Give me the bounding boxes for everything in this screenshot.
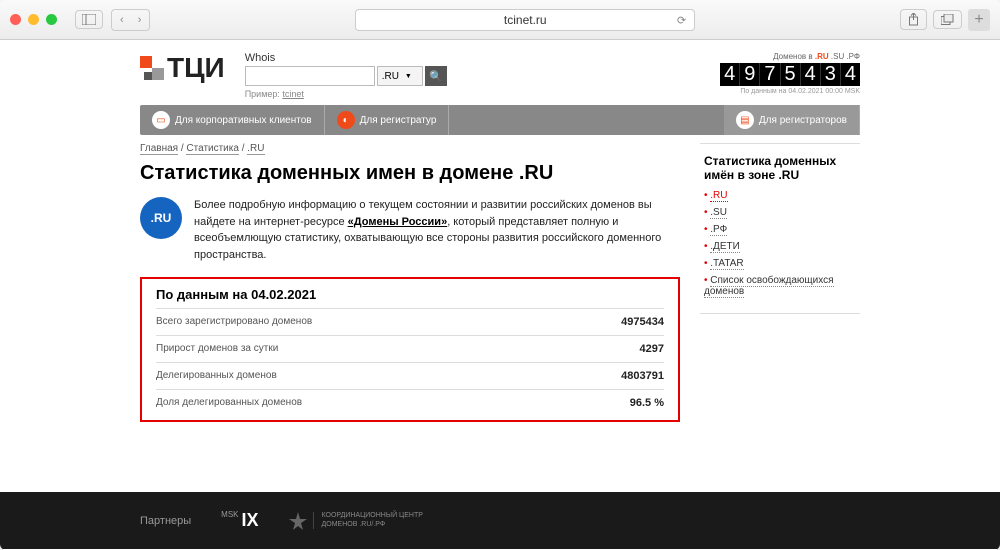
partners-label: Партнеры [140, 515, 191, 527]
whois-hint: Пример: tcinet [245, 89, 700, 99]
tld-select[interactable]: .RU ▼ [377, 66, 423, 86]
star-icon [289, 512, 307, 530]
domain-counter: 4975434 [720, 63, 860, 86]
browser-toolbar: ‹ › tcinet.ru⟳ + [0, 0, 1000, 40]
zone-item: .RU [704, 190, 856, 201]
stat-row: Прирост доменов за сутки4297 [156, 335, 664, 362]
sidebar-toggle[interactable] [75, 10, 103, 29]
page-title: Статистика доменных имен в домене .RU [140, 162, 680, 185]
site-logo[interactable]: ТЦИ [140, 52, 225, 84]
zone-link-tatar[interactable]: .TATAR [710, 258, 743, 270]
zone-link-rf[interactable]: .РФ [710, 224, 727, 236]
coord-center-logo[interactable]: КООРДИНАЦИОННЫЙ ЦЕНТРДОМЕНОВ .RU/.РФ [289, 512, 423, 530]
domains-russia-link[interactable]: «Домены России» [348, 216, 448, 228]
whois-input[interactable] [245, 66, 375, 86]
logo-text: ТЦИ [167, 52, 225, 84]
main-nav: ▭Для корпоративных клиентов ◐Для регистр… [140, 105, 860, 135]
nav-registrars[interactable]: ▤Для регистраторов [724, 105, 860, 135]
search-icon: 🔍 [429, 70, 443, 83]
stats-box: По данным на 04.02.2021 Всего зарегистри… [140, 277, 680, 422]
crumb-home[interactable]: Главная [140, 143, 178, 155]
stat-row: Доля делегированных доменов96.5 % [156, 389, 664, 416]
intro-text: Более подробную информацию о текущем сос… [194, 197, 680, 263]
mskix-logo[interactable]: MSKIX [221, 510, 258, 531]
address-bar[interactable]: tcinet.ru⟳ [355, 9, 695, 31]
briefcase-icon: ▭ [152, 111, 170, 129]
zone-item: .ДЕТИ [704, 241, 856, 252]
whois-search-button[interactable]: 🔍 [425, 66, 447, 86]
sidebar-zones: Статистика доменных имён в зоне .RU .RU … [700, 143, 860, 314]
window-controls [10, 14, 57, 25]
zone-item: .РФ [704, 224, 856, 235]
footer: Партнеры MSKIX КООРДИНАЦИОННЫЙ ЦЕНТРДОМЕ… [0, 492, 1000, 549]
chevron-down-icon: ▼ [405, 73, 412, 80]
reload-icon[interactable]: ⟳ [677, 14, 686, 27]
zone-item: Список освобождающихся доменов [704, 275, 856, 297]
whois-hint-link[interactable]: tcinet [282, 89, 304, 99]
globe-icon: ◐ [337, 111, 355, 129]
maximize-window-icon[interactable] [46, 14, 57, 25]
crumb-stat[interactable]: Статистика [186, 143, 239, 155]
stat-row: Делегированных доменов4803791 [156, 362, 664, 389]
nav-back-forward[interactable]: ‹ › [111, 9, 150, 31]
chevron-left-icon: ‹ [120, 14, 124, 26]
counter-caption: Доменов в .RU .SU .РФ [720, 52, 860, 61]
zone-item: .TATAR [704, 258, 856, 269]
counter-date: По данным на 04.02.2021 00:00 MSK [720, 88, 860, 95]
ru-badge-icon: .RU [140, 197, 182, 239]
whois-label: Whois [245, 52, 700, 64]
zone-link-ru[interactable]: .RU [710, 190, 727, 202]
zone-link-deti[interactable]: .ДЕТИ [710, 241, 740, 253]
new-tab-button[interactable]: + [968, 9, 990, 31]
sidebar-heading: Статистика доменных имён в зоне .RU [704, 154, 856, 182]
browser-window: ‹ › tcinet.ru⟳ + ТЦИ Whois [0, 0, 1000, 550]
releasing-link[interactable]: Список освобождающихся доменов [704, 275, 834, 298]
minimize-window-icon[interactable] [28, 14, 39, 25]
nav-registries[interactable]: ◐Для регистратур [325, 105, 450, 135]
close-window-icon[interactable] [10, 14, 21, 25]
zone-link-su[interactable]: .SU [710, 207, 727, 219]
chevron-right-icon: › [138, 14, 142, 26]
stats-heading: По данным на 04.02.2021 [156, 287, 664, 302]
document-icon: ▤ [736, 111, 754, 129]
share-button[interactable] [900, 9, 927, 30]
crumb-ru[interactable]: .RU [247, 143, 264, 155]
nav-corporate[interactable]: ▭Для корпоративных клиентов [140, 105, 325, 135]
viewport[interactable]: ТЦИ Whois .RU ▼ 🔍 Пример: tcinet Доменов… [0, 40, 1000, 550]
tabs-button[interactable] [933, 10, 962, 29]
stat-row: Всего зарегистрировано доменов4975434 [156, 308, 664, 335]
zone-item: .SU [704, 207, 856, 218]
logo-icon [140, 56, 164, 80]
breadcrumb: Главная / Статистика / .RU [140, 143, 680, 154]
